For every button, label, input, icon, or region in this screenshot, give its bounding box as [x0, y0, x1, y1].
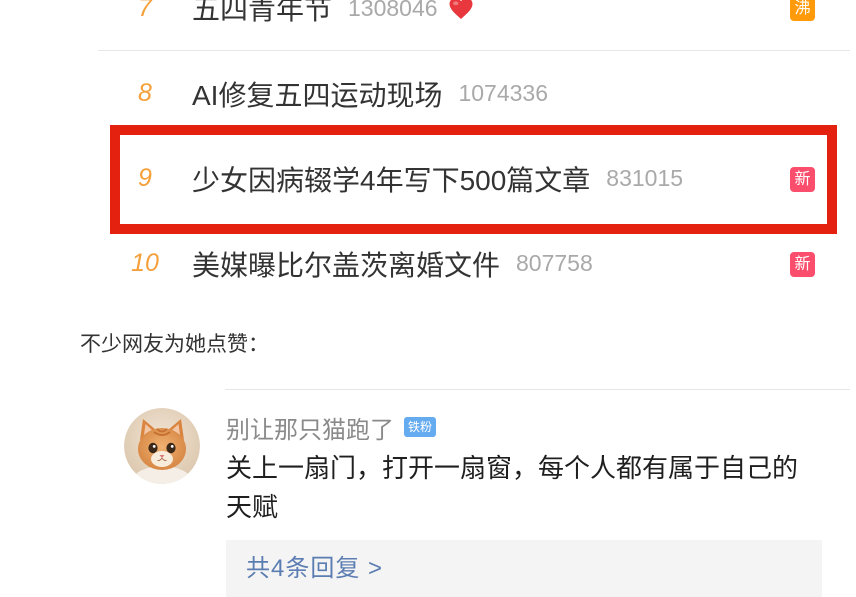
comment-text: 关上一扇门，打开一扇窗，每个人都有属于自己的天赋	[226, 453, 799, 522]
hot-search-list: 7 五四青年节 1308046 沸 8 AI修复五四运动现场 1074336 9…	[0, 0, 856, 310]
hot-search-title[interactable]: 美媒曝比尔盖茨离婚文件	[192, 244, 500, 284]
hot-search-title[interactable]: 少女因病辍学4年写下500篇文章	[192, 159, 590, 199]
hot-search-title[interactable]: AI修复五四运动现场	[192, 74, 442, 114]
fan-badge: 铁粉	[404, 417, 437, 437]
hot-search-count: 831015	[606, 165, 684, 191]
article-caption: 不少网友为她点赞：	[80, 333, 269, 356]
hot-search-item[interactable]: 9 少女因病辍学4年写下500篇文章 831015 新	[98, 136, 850, 221]
rank-number: 8	[138, 79, 152, 107]
hot-search-title[interactable]: 五四青年节	[192, 0, 332, 28]
hot-search-count: 1308046	[348, 0, 438, 21]
rank-number: 9	[138, 164, 152, 192]
rank-number: 7	[138, 0, 152, 22]
hot-search-count: 1074336	[458, 80, 549, 106]
comment-username[interactable]: 别让那只猫跑了	[226, 410, 394, 445]
view-replies-link[interactable]: 共4条回复 >	[246, 540, 383, 597]
comment-header: 别让那只猫跑了 铁粉	[226, 410, 437, 445]
hot-search-item[interactable]: 7 五四青年节 1308046 沸	[98, 0, 850, 51]
replies-box: 共4条回复 >	[226, 540, 822, 597]
status-badge: 新	[790, 251, 815, 277]
hot-search-item[interactable]: 10 美媒曝比尔盖茨离婚文件 807758 新	[98, 221, 850, 306]
comment-divider	[225, 389, 850, 390]
hot-search-count: 807758	[516, 250, 593, 276]
status-badge: 沸	[790, 0, 815, 21]
rank-number: 10	[131, 249, 159, 277]
heart-icon	[448, 0, 474, 20]
hot-search-item[interactable]: 8 AI修复五四运动现场 1074336	[98, 51, 850, 136]
avatar[interactable]	[124, 408, 200, 484]
status-badge: 新	[790, 166, 815, 192]
